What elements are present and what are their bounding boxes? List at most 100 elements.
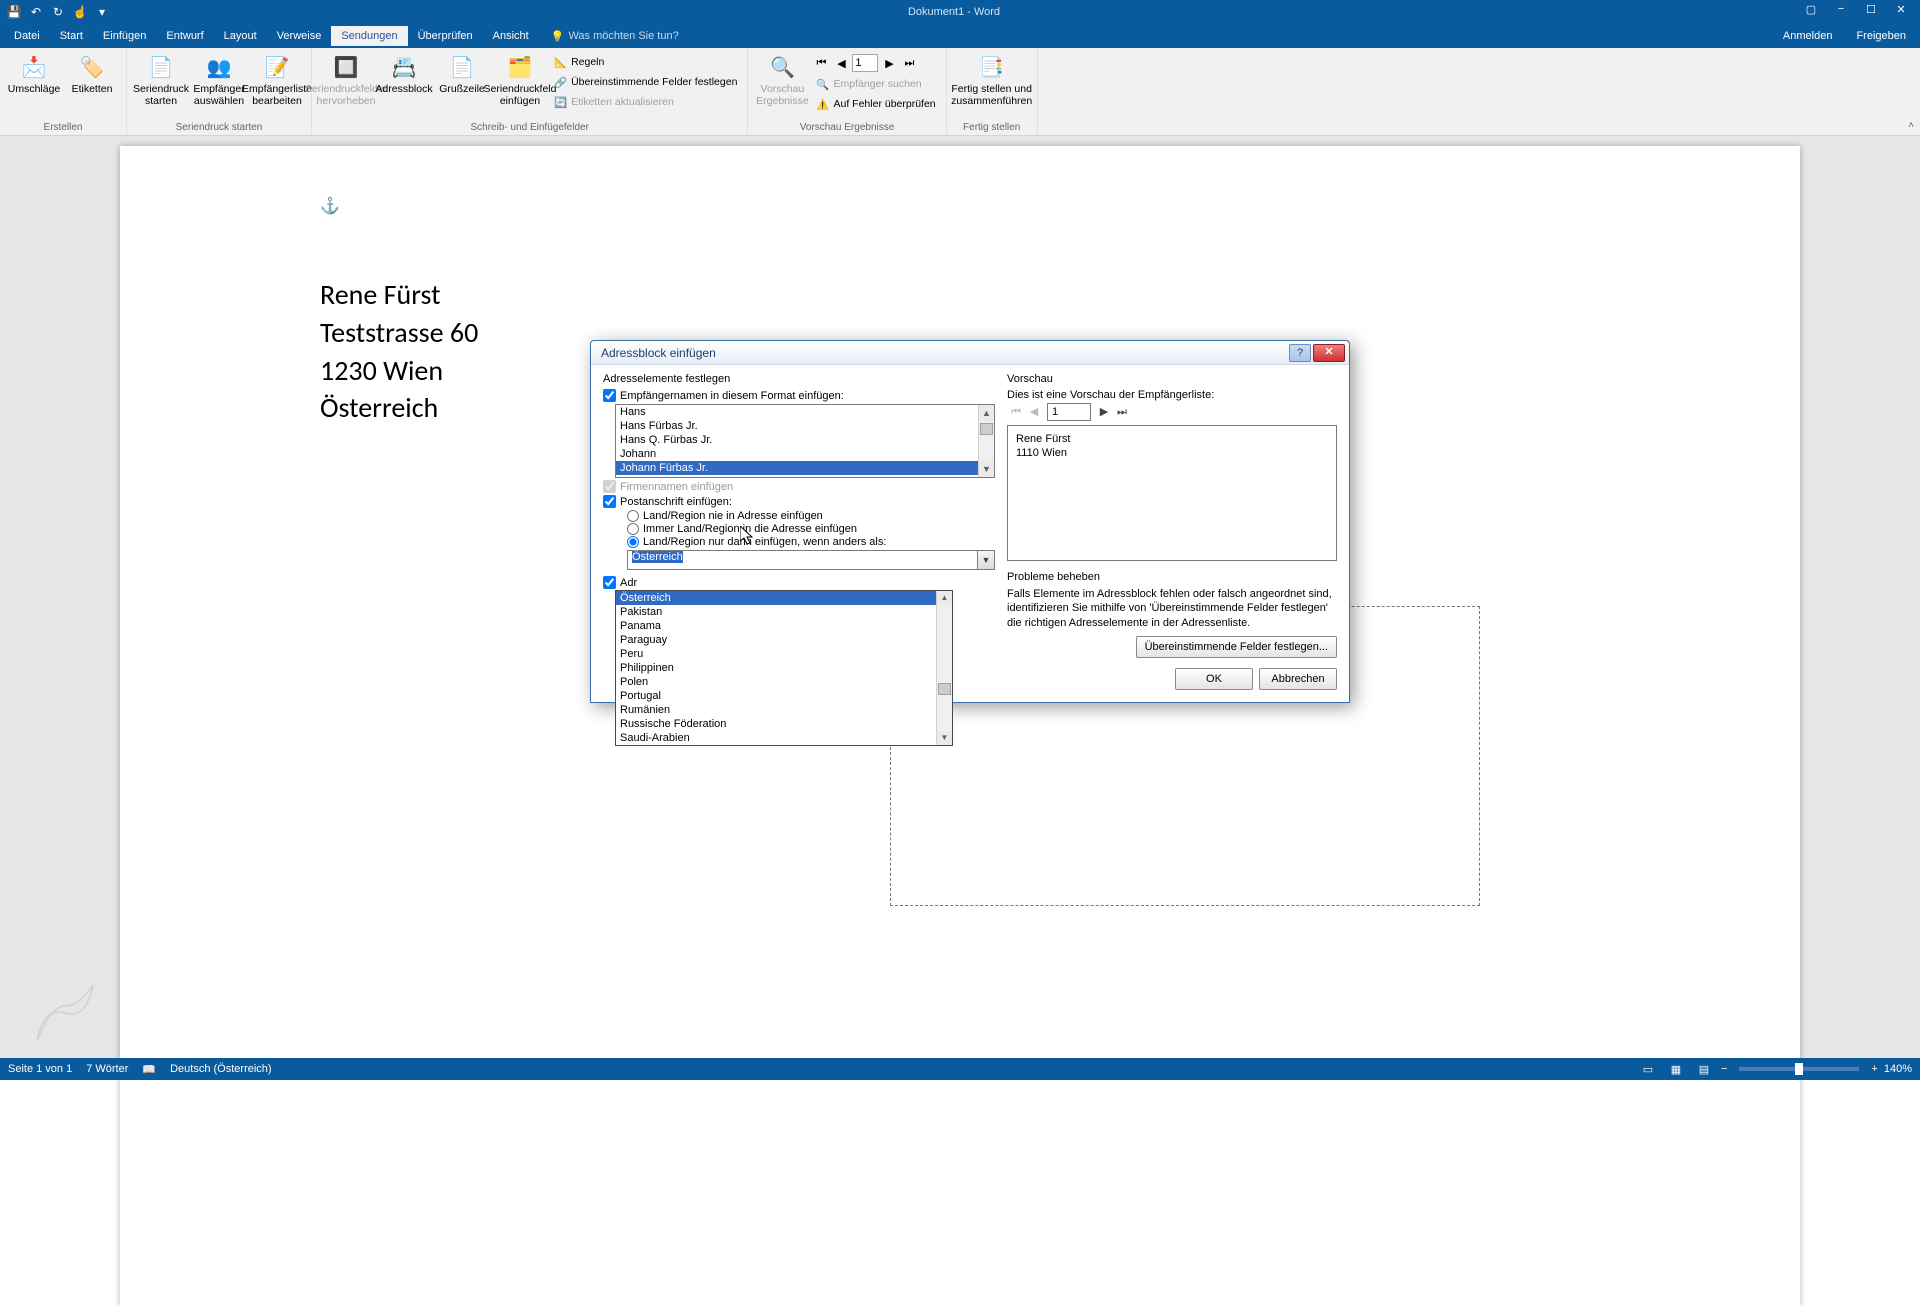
tab-entwurf[interactable]: Entwurf xyxy=(156,26,213,46)
combobox-dropdown-icon[interactable]: ▼ xyxy=(978,550,995,570)
country-option[interactable]: Österreich xyxy=(616,591,936,605)
radio-always-row[interactable]: Immer Land/Region in die Adresse einfüge… xyxy=(627,523,995,535)
dropdown-scroll-thumb[interactable] xyxy=(938,683,951,695)
chk-postanschrift[interactable] xyxy=(603,495,616,508)
status-language[interactable]: Deutsch (Österreich) xyxy=(170,1063,271,1075)
ribbon-display-options-icon[interactable]: ▢ xyxy=(1796,3,1826,21)
etiketten-aktualisieren-button[interactable]: 🔄Etiketten aktualisieren xyxy=(550,92,741,112)
save-icon[interactable]: 💾 xyxy=(4,3,24,21)
zoom-in-icon[interactable]: + xyxy=(1871,1063,1877,1075)
dialog-help-icon[interactable]: ? xyxy=(1289,344,1311,362)
preview-last-icon[interactable]: ⏭ xyxy=(1113,403,1131,421)
tell-me-box[interactable]: 💡 Was möchten Sie tun? xyxy=(551,30,679,43)
grusszeile-button[interactable]: 📄 Grußzeile xyxy=(434,52,490,98)
uebereinstimmende-felder-button[interactable]: 🔗Übereinstimmende Felder festlegen xyxy=(550,72,741,92)
scroll-up-icon[interactable]: ▲ xyxy=(979,405,994,421)
tab-ueberpruefen[interactable]: Überprüfen xyxy=(408,26,483,46)
status-words[interactable]: 7 Wörter xyxy=(86,1063,128,1075)
preview-index-input[interactable] xyxy=(1047,403,1091,421)
adressblock-button[interactable]: 📇 Adressblock xyxy=(376,52,432,98)
tab-einfuegen[interactable]: Einfügen xyxy=(93,26,156,46)
auf-fehler-button[interactable]: ⚠️Auf Fehler überprüfen xyxy=(812,94,939,114)
zoom-thumb[interactable] xyxy=(1795,1063,1803,1075)
prev-record-icon[interactable]: ◀ xyxy=(832,54,850,72)
name-format-option[interactable]: Johann xyxy=(616,447,978,461)
country-option[interactable]: Paraguay xyxy=(616,633,936,647)
close-window-icon[interactable]: ✕ xyxy=(1886,3,1916,21)
name-format-option[interactable]: Johann Q. Fürbas Jr. xyxy=(616,475,978,477)
country-option[interactable]: Saudi-Arabien xyxy=(616,731,936,745)
dropdown-scroll-up-icon[interactable]: ▲ xyxy=(937,591,952,605)
tab-layout[interactable]: Layout xyxy=(214,26,267,46)
read-mode-icon[interactable]: ▭ xyxy=(1637,1060,1659,1078)
chk-postanschrift-row[interactable]: Postanschrift einfügen: xyxy=(603,495,995,508)
empfaengerliste-bearbeiten-button[interactable]: 📝 Empfängerliste bearbeiten xyxy=(249,52,305,109)
first-record-icon[interactable]: ⏮ xyxy=(812,54,830,72)
dropdown-scroll-down-icon[interactable]: ▼ xyxy=(937,731,952,745)
sign-in-button[interactable]: Anmelden xyxy=(1773,26,1843,46)
undo-icon[interactable]: ↶ xyxy=(26,3,46,21)
collapse-ribbon-icon[interactable]: ˄ xyxy=(1908,120,1914,131)
scroll-thumb[interactable] xyxy=(980,423,993,435)
chk-adressen-row[interactable]: Adr xyxy=(603,576,995,589)
status-page[interactable]: Seite 1 von 1 xyxy=(8,1063,72,1075)
minimize-icon[interactable]: − xyxy=(1826,3,1856,21)
dropdown-scrollbar[interactable]: ▲ ▼ xyxy=(936,591,952,745)
ok-button[interactable]: OK xyxy=(1175,668,1253,690)
touch-mode-icon[interactable]: ☝ xyxy=(70,3,90,21)
radio-always[interactable] xyxy=(627,523,639,535)
country-option[interactable]: Peru xyxy=(616,647,936,661)
radio-never[interactable] xyxy=(627,510,639,522)
preview-first-icon[interactable]: ⏮ xyxy=(1007,403,1025,421)
country-option[interactable]: Panama xyxy=(616,619,936,633)
print-layout-icon[interactable]: ▦ xyxy=(1665,1060,1687,1078)
country-combobox[interactable]: Österreich ▼ xyxy=(627,550,995,570)
redo-icon[interactable]: ↻ xyxy=(48,3,68,21)
scroll-down-icon[interactable]: ▼ xyxy=(979,461,994,477)
maximize-icon[interactable]: ☐ xyxy=(1856,3,1886,21)
seriendruckfeld-einfuegen-button[interactable]: 🗂️ Seriendruckfeld einfügen xyxy=(492,52,548,109)
radio-diff[interactable] xyxy=(627,536,639,548)
name-format-listbox[interactable]: HansHans Fürbas Jr.Hans Q. Fürbas Jr.Joh… xyxy=(615,404,995,478)
match-fields-dialog-button[interactable]: Übereinstimmende Felder festlegen... xyxy=(1136,636,1337,658)
tab-ansicht[interactable]: Ansicht xyxy=(483,26,539,46)
country-option[interactable]: Portugal xyxy=(616,689,936,703)
country-combobox-input[interactable]: Österreich xyxy=(627,550,978,570)
umschlaege-button[interactable]: 📩 Umschläge xyxy=(6,52,62,98)
preview-next-icon[interactable]: ▶ xyxy=(1095,403,1113,421)
radio-never-row[interactable]: Land/Region nie in Adresse einfügen xyxy=(627,510,995,522)
name-format-option[interactable]: Hans Fürbas Jr. xyxy=(616,419,978,433)
cancel-button[interactable]: Abbrechen xyxy=(1259,668,1337,690)
name-format-option[interactable]: Hans xyxy=(616,405,978,419)
radio-diff-row[interactable]: Land/Region nur dann einfügen, wenn ande… xyxy=(627,536,995,548)
name-format-option[interactable]: Hans Q. Fürbas Jr. xyxy=(616,433,978,447)
next-record-icon[interactable]: ▶ xyxy=(880,54,898,72)
country-option[interactable]: Polen xyxy=(616,675,936,689)
qat-dropdown-icon[interactable]: ▾ xyxy=(92,3,112,21)
zoom-slider[interactable] xyxy=(1739,1067,1859,1071)
listbox-scrollbar[interactable]: ▲ ▼ xyxy=(978,405,994,477)
name-format-option[interactable]: Johann Fürbas Jr. xyxy=(616,461,978,475)
zoom-out-icon[interactable]: − xyxy=(1721,1063,1727,1075)
dialog-titlebar[interactable]: Adressblock einfügen ? ✕ xyxy=(591,341,1349,365)
seriendruck-starten-button[interactable]: 📄 Seriendruck starten xyxy=(133,52,189,109)
tab-datei[interactable]: Datei xyxy=(4,26,50,46)
seriendruckfelder-hervorheben-button[interactable]: 🔲 Seriendruckfelder hervorheben xyxy=(318,52,374,109)
country-option[interactable]: Russische Föderation xyxy=(616,717,936,731)
country-option[interactable]: Pakistan xyxy=(616,605,936,619)
country-option[interactable]: Philippinen xyxy=(616,661,936,675)
country-option[interactable]: Rumänien xyxy=(616,703,936,717)
record-index-input[interactable] xyxy=(852,54,878,72)
regeln-button[interactable]: 📐Regeln xyxy=(550,52,741,72)
tab-sendungen[interactable]: Sendungen xyxy=(331,26,407,46)
chk-name-format-row[interactable]: Empfängernamen in diesem Format einfügen… xyxy=(603,389,995,402)
web-layout-icon[interactable]: ▤ xyxy=(1693,1060,1715,1078)
zoom-level[interactable]: 140% xyxy=(1884,1063,1912,1075)
etiketten-button[interactable]: 🏷️ Etiketten xyxy=(64,52,120,98)
share-button[interactable]: Freigeben xyxy=(1846,26,1916,46)
empfaenger-auswaehlen-button[interactable]: 👥 Empfänger auswählen xyxy=(191,52,247,109)
document-page[interactable]: ⚓ Rene Fürst Teststrasse 60 1230 Wien Ös… xyxy=(120,146,1800,1306)
tab-start[interactable]: Start xyxy=(50,26,93,46)
chk-adressen[interactable] xyxy=(603,576,616,589)
chk-name-format[interactable] xyxy=(603,389,616,402)
